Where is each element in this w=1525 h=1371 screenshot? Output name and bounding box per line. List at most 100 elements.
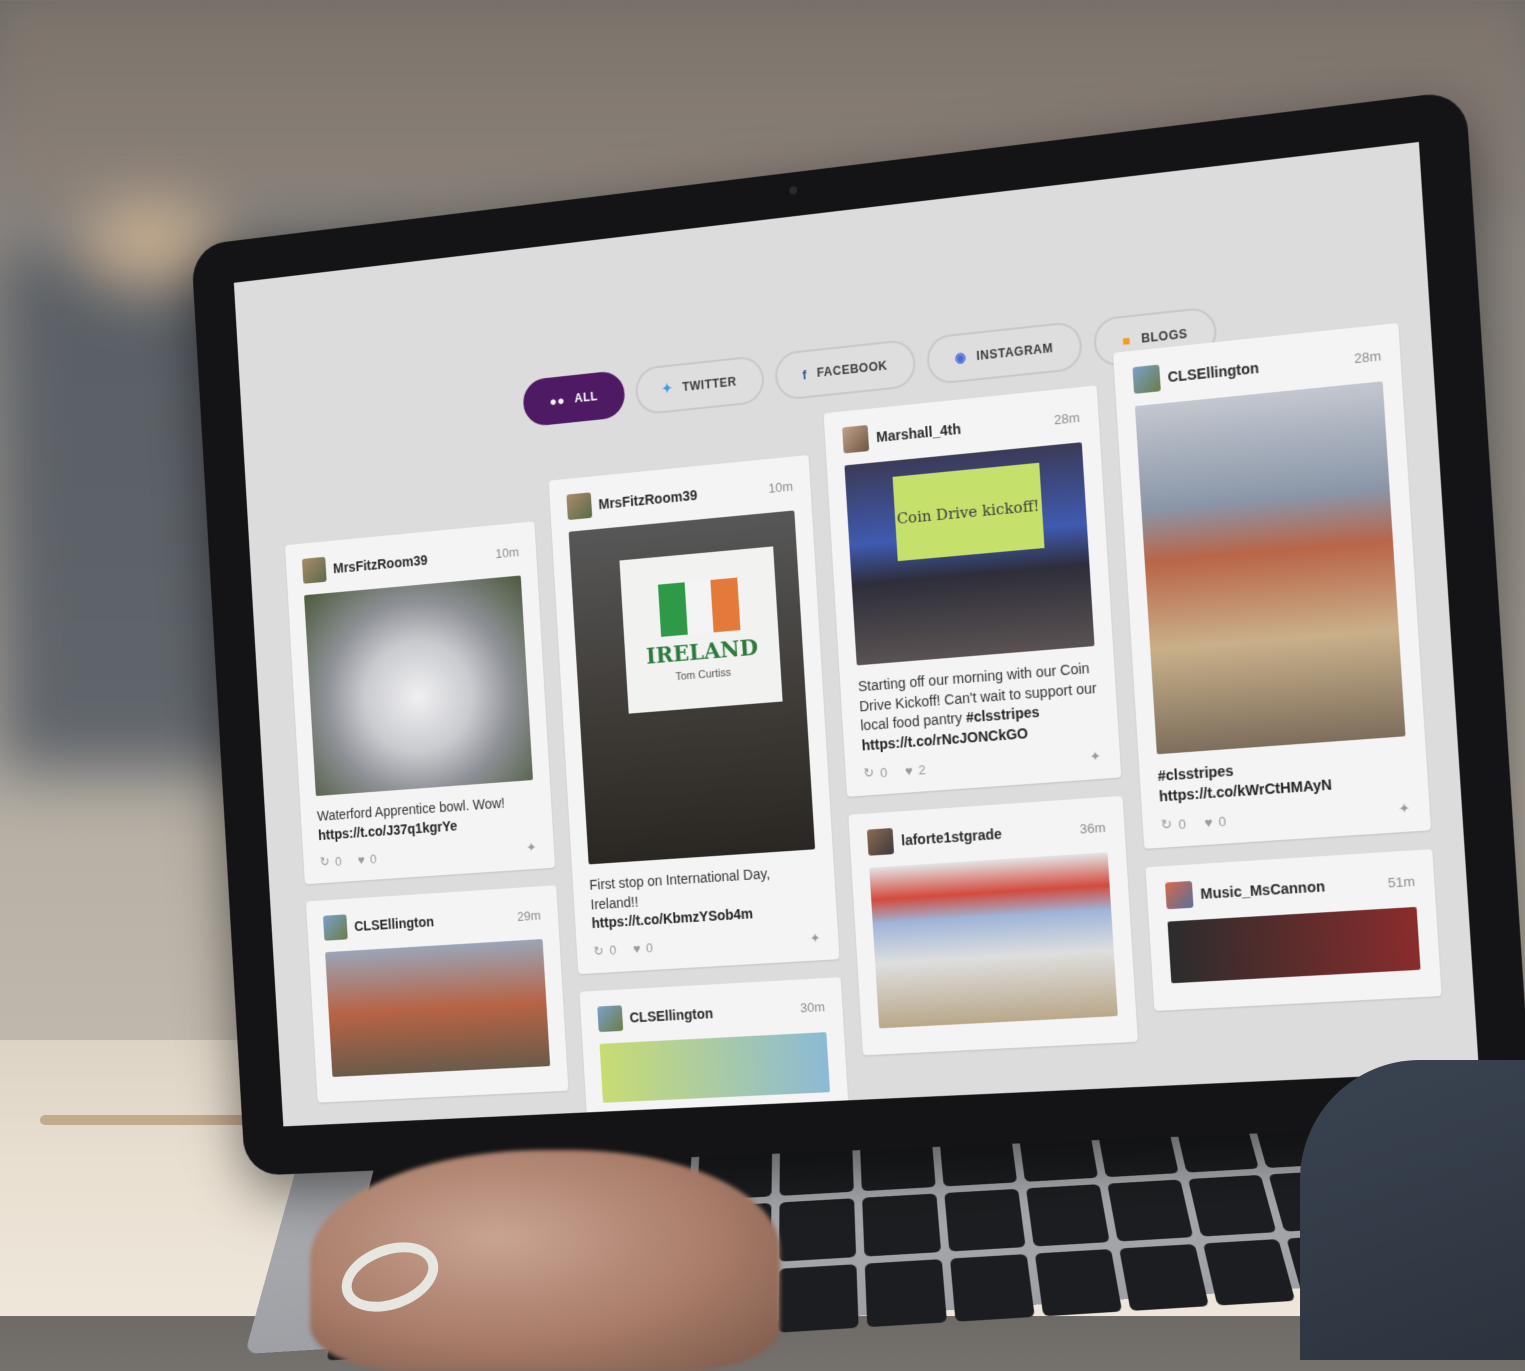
username[interactable]: laforte1stgrade — [901, 826, 1003, 849]
post-text: Starting off our morning with our Coin D… — [858, 658, 1100, 756]
post-author: Music_MsCannon — [1165, 873, 1326, 910]
avatar — [1132, 365, 1160, 394]
users-icon: ●● — [549, 392, 565, 408]
username[interactable]: MrsFitzRoom39 — [598, 487, 698, 512]
twitter-icon: ✦ — [1398, 800, 1411, 818]
heart-icon: ♥ — [1204, 814, 1213, 830]
retweet-icon: ↻ — [1160, 816, 1172, 833]
ireland-flag — [658, 577, 741, 637]
post-time: 10m — [768, 478, 793, 495]
post-stats: ↻ 0 ♥ 0 — [319, 851, 377, 870]
laptop-screen: ●● ALL ✦ TWITTER f FACEBOOK ◉ INSTAGRAM … — [234, 142, 1479, 1126]
retweet-stat[interactable]: ↻ 0 — [319, 853, 342, 870]
post-card[interactable]: MrsFitzRoom39 10m IRELAND Tom Curtiss Fi… — [548, 455, 839, 974]
post-author: CLSEllington — [597, 1000, 714, 1032]
projected-slide: Coin Drive kickoff! — [892, 463, 1044, 561]
avatar — [597, 1005, 623, 1032]
filter-label: ALL — [574, 389, 598, 405]
flag-orange — [711, 577, 741, 632]
post-body: Waterford Apprentice bowl. Wow! — [317, 795, 506, 824]
like-stat[interactable]: ♥ 0 — [1204, 813, 1227, 831]
filter-label: FACEBOOK — [816, 358, 887, 379]
username[interactable]: CLSEllington — [354, 914, 435, 934]
twitter-icon: ✦ — [661, 380, 673, 397]
post-header: MrsFitzRoom39 10m — [302, 539, 520, 584]
feed-column: Marshall_4th 28m Coin Drive kickoff! Sta… — [824, 385, 1142, 1116]
heart-icon: ♥ — [357, 852, 365, 867]
like-stat[interactable]: ♥ 2 — [904, 761, 926, 779]
post-author: MrsFitzRoom39 — [302, 547, 428, 584]
blogger-icon: ■ — [1122, 332, 1132, 348]
slide-title: IRELAND — [645, 634, 758, 669]
retweet-icon: ↻ — [593, 943, 604, 959]
twitter-icon: ✦ — [526, 840, 537, 856]
retweet-stat[interactable]: ↻ 0 — [1160, 815, 1186, 833]
post-footer: ↻ 0 ♥ 0 ✦ — [1160, 800, 1410, 833]
flag-white — [684, 580, 714, 635]
username[interactable]: CLSEllington — [1167, 359, 1259, 385]
key — [944, 1189, 1025, 1252]
retweet-icon: ↻ — [319, 854, 330, 870]
post-header: CLSEllington 30m — [597, 994, 826, 1032]
filter-label: TWITTER — [682, 374, 737, 394]
post-image-music[interactable] — [1167, 907, 1421, 983]
slide-title: Coin Drive kickoff! — [896, 496, 1040, 527]
instagram-icon: ◉ — [954, 349, 967, 366]
avatar — [566, 492, 592, 520]
post-card[interactable]: laforte1stgrade 36m — [848, 796, 1137, 1055]
post-card[interactable]: CLSEllington 29m — [306, 885, 568, 1102]
key — [779, 1198, 856, 1261]
key — [778, 1264, 858, 1333]
retweet-icon: ↻ — [863, 765, 875, 782]
username[interactable]: CLSEllington — [629, 1005, 714, 1025]
like-stat[interactable]: ♥ 0 — [357, 851, 377, 868]
avatar — [1165, 881, 1194, 909]
post-card[interactable]: CLSEllington 30m — [579, 977, 849, 1127]
filter-all-button[interactable]: ●● ALL — [522, 370, 625, 428]
key — [1026, 1184, 1110, 1246]
retweet-stat[interactable]: ↻ 0 — [863, 764, 888, 782]
post-stats: ↻ 0 ♥ 0 — [1160, 813, 1226, 834]
post-image-presentation[interactable]: IRELAND Tom Curtiss — [568, 510, 815, 864]
webcam — [789, 186, 797, 195]
post-card[interactable]: Marshall_4th 28m Coin Drive kickoff! Sta… — [824, 385, 1121, 797]
post-image-assembly[interactable]: Coin Drive kickoff! — [844, 442, 1094, 665]
filter-instagram-button[interactable]: ◉ INSTAGRAM — [925, 321, 1083, 386]
post-image-gym-mascot[interactable] — [869, 853, 1117, 1029]
post-text: Waterford Apprentice bowl. Wow! https://… — [317, 792, 536, 845]
post-image-slide[interactable] — [599, 1032, 830, 1103]
avatar — [867, 828, 894, 856]
post-hashtag[interactable]: #clsstripes — [965, 704, 1039, 726]
retweet-count: 0 — [880, 765, 888, 781]
feed-column: MrsFitzRoom39 10m IRELAND Tom Curtiss Fi… — [548, 455, 849, 1126]
post-stats: ↻ 0 ♥ 2 — [863, 761, 926, 782]
twitter-icon: ✦ — [809, 930, 821, 947]
filter-twitter-button[interactable]: ✦ TWITTER — [634, 355, 765, 416]
feed-column: MrsFitzRoom39 10m Waterford Apprentice b… — [285, 521, 570, 1126]
post-card[interactable]: CLSEllington 28m #clsstripes https://t.c… — [1113, 323, 1431, 849]
post-image-crystal-bowl[interactable] — [304, 576, 532, 797]
key — [1107, 1180, 1193, 1242]
filter-facebook-button[interactable]: f FACEBOOK — [774, 338, 917, 401]
post-card[interactable]: MrsFitzRoom39 10m Waterford Apprentice b… — [285, 521, 555, 884]
key — [1188, 1175, 1276, 1237]
post-text: #clsstripes https://t.co/kWrCtHMAyN — [1157, 749, 1409, 807]
post-stats: ↻ 0 ♥ 0 — [593, 940, 653, 959]
like-count: 2 — [918, 762, 926, 778]
username[interactable]: MrsFitzRoom39 — [333, 552, 428, 576]
post-author: MrsFitzRoom39 — [566, 482, 698, 520]
avatar — [323, 915, 348, 941]
like-stat[interactable]: ♥ 0 — [633, 940, 654, 957]
username[interactable]: Music_MsCannon — [1200, 878, 1326, 902]
post-image-gym[interactable] — [325, 939, 550, 1077]
slide-subtitle: Tom Curtiss — [675, 667, 731, 683]
like-count: 0 — [646, 941, 654, 956]
post-card[interactable]: Music_MsCannon 51m — [1145, 849, 1442, 1011]
key — [1035, 1249, 1122, 1316]
like-count: 0 — [1218, 813, 1227, 829]
retweet-stat[interactable]: ↻ 0 — [593, 942, 617, 959]
post-hashtag[interactable]: #clsstripes — [1157, 762, 1234, 784]
post-image-mascot-hallway[interactable] — [1134, 381, 1405, 754]
username[interactable]: Marshall_4th — [876, 421, 962, 446]
post-footer: ↻ 0 ♥ 0 ✦ — [593, 930, 821, 959]
